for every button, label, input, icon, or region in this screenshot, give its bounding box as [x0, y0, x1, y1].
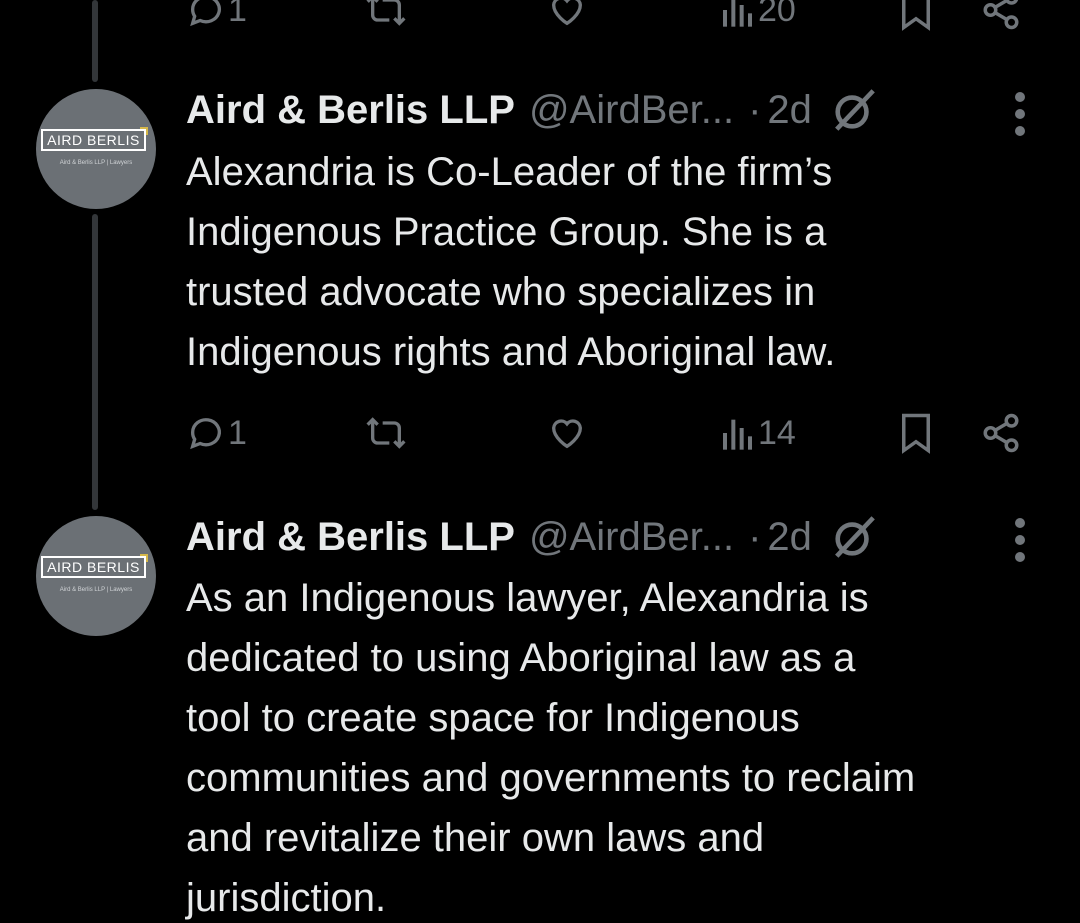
- reply-button[interactable]: 1: [186, 0, 247, 40]
- share-icon: [983, 0, 1019, 30]
- author-name[interactable]: Aird & Berlis LLP: [186, 88, 515, 133]
- like-icon: [551, 0, 583, 26]
- retweet-button[interactable]: [364, 0, 408, 40]
- timestamp[interactable]: 2d: [767, 515, 812, 560]
- tweet-text-line: Indigenous rights and Aboriginal law.: [186, 330, 836, 374]
- logo-accent: [140, 127, 148, 135]
- more-icon-dot: [1015, 92, 1025, 102]
- more-button[interactable]: [1004, 84, 1036, 144]
- views-button[interactable]: 20: [720, 0, 796, 40]
- previous-tweet-actions: 1 20: [186, 0, 1036, 40]
- thread-line: [92, 0, 98, 82]
- views-icon: [723, 419, 752, 450]
- tweet-text-line: Indigenous Practice Group. She is a: [186, 210, 827, 254]
- views-count: 20: [758, 0, 796, 29]
- share-icon: [983, 413, 1019, 453]
- more-icon-dot: [1015, 126, 1025, 136]
- reply-button[interactable]: 1: [186, 403, 247, 463]
- author-handle[interactable]: @AirdBer...: [529, 88, 734, 133]
- retweet-icon: [366, 417, 406, 449]
- tweet-text-line: and revitalize their own laws and: [186, 816, 765, 860]
- bookmark-icon: [902, 0, 930, 31]
- views-icon: [723, 0, 752, 27]
- tweet-text-line: As an Indigenous lawyer, Alexandria is: [186, 576, 869, 620]
- separator-dot: ·: [748, 514, 762, 559]
- tweet-text-line: jurisdiction.: [186, 876, 387, 920]
- grok-icon: [834, 89, 875, 131]
- author-name[interactable]: Aird & Berlis LLP: [186, 515, 515, 560]
- separator-dot: ·: [748, 87, 762, 132]
- avatar-logo: AIRD BERLIS: [41, 556, 146, 578]
- retweet-icon: [366, 0, 406, 26]
- like-icon: [551, 419, 583, 449]
- like-button[interactable]: [546, 0, 588, 40]
- more-button[interactable]: [1004, 510, 1036, 570]
- tweet-text: Alexandria is Co-Leader of the firm’s In…: [186, 142, 1056, 382]
- retweet-button[interactable]: [364, 403, 410, 463]
- tweet-text-line: dedicated to using Aboriginal law as a: [186, 636, 856, 680]
- reply-count: 1: [228, 0, 247, 29]
- tweet-header: Aird & Berlis LLP @AirdBer... · 2d: [186, 80, 878, 140]
- avatar-logo: AIRD BERLIS: [41, 129, 146, 151]
- like-button[interactable]: [546, 403, 590, 463]
- grok-button[interactable]: [830, 514, 878, 560]
- views-button[interactable]: 14: [720, 403, 796, 463]
- more-icon-dot: [1015, 109, 1025, 119]
- bookmark-button[interactable]: [898, 403, 934, 463]
- tweet-text-line: communities and governments to reclaim: [186, 756, 916, 800]
- logo-accent: [140, 554, 148, 562]
- author-handle[interactable]: @AirdBer...: [529, 515, 734, 560]
- thread-line: [92, 214, 98, 510]
- share-button[interactable]: [980, 0, 1022, 40]
- more-icon-dot: [1015, 518, 1025, 528]
- more-icon-dot: [1015, 552, 1025, 562]
- bookmark-icon: [902, 413, 930, 454]
- tweet-text: As an Indigenous lawyer, Alexandria is d…: [186, 568, 1056, 923]
- more-icon-dot: [1015, 535, 1025, 545]
- tweet-text-line: tool to create space for Indigenous: [186, 696, 800, 740]
- avatar-logo-subtext: Aird & Berlis LLP | Lawyers: [59, 587, 133, 593]
- bookmark-button[interactable]: [898, 0, 934, 40]
- share-button[interactable]: [980, 403, 1022, 463]
- avatar-logo-subtext: Aird & Berlis LLP | Lawyers: [59, 160, 133, 166]
- reply-icon: [190, 418, 221, 450]
- views-count: 14: [758, 413, 796, 452]
- grok-icon: [834, 516, 875, 558]
- timestamp[interactable]: 2d: [767, 88, 812, 133]
- reply-count: 1: [228, 413, 247, 452]
- avatar[interactable]: AIRD BERLIS Aird & Berlis LLP | Lawyers: [36, 89, 156, 209]
- tweet-text-line: trusted advocate who specializes in: [186, 270, 816, 314]
- reply-icon: [190, 0, 221, 27]
- avatar[interactable]: AIRD BERLIS Aird & Berlis LLP | Lawyers: [36, 516, 156, 636]
- tweet-header: Aird & Berlis LLP @AirdBer... · 2d: [186, 507, 878, 567]
- tweet-text-line: Alexandria is Co-Leader of the firm’s: [186, 150, 833, 194]
- tweet-actions: 1 14: [186, 403, 1036, 463]
- grok-button[interactable]: [830, 87, 878, 133]
